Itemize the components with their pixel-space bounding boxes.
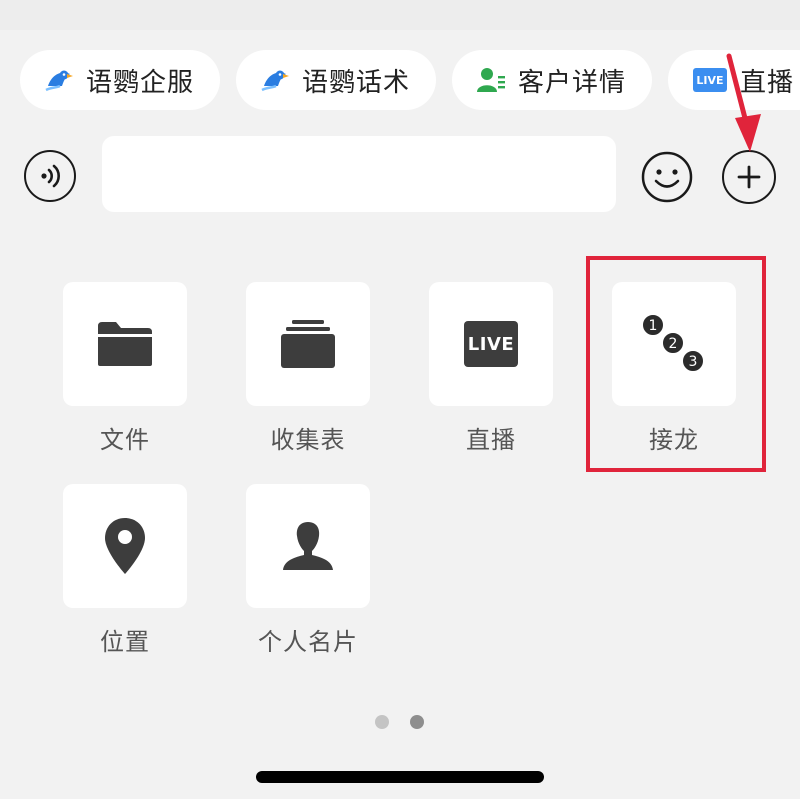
tile-label: 直播 bbox=[466, 426, 516, 454]
chip-label: 语鹦企服 bbox=[86, 67, 195, 98]
grid-item-file[interactable]: 文件 bbox=[63, 282, 187, 455]
message-input[interactable] bbox=[102, 136, 616, 212]
tile-label: 收集表 bbox=[270, 426, 346, 454]
live-icon: LIVE bbox=[464, 321, 518, 367]
location-pin-icon bbox=[105, 518, 145, 574]
tile-label: 文件 bbox=[100, 426, 150, 454]
tile[interactable] bbox=[246, 282, 370, 406]
page-dot-2[interactable] bbox=[410, 715, 424, 729]
page-dot-1[interactable] bbox=[375, 715, 389, 729]
tile-label: 位置 bbox=[100, 628, 150, 656]
chip-customer-details[interactable]: 客户详情 bbox=[452, 50, 652, 110]
tile[interactable]: LIVE bbox=[429, 282, 553, 406]
collection-form-icon bbox=[281, 320, 335, 368]
tile[interactable] bbox=[63, 282, 187, 406]
chip-label: 语鹦话术 bbox=[302, 67, 411, 98]
grid-item-live[interactable]: LIVE 直播 bbox=[429, 282, 553, 455]
folder-icon bbox=[98, 322, 152, 366]
chip-label: 客户详情 bbox=[518, 67, 627, 98]
parrot-icon bbox=[260, 65, 290, 95]
grid-item-collection-form[interactable]: 收集表 bbox=[246, 282, 370, 455]
parrot-icon bbox=[44, 65, 74, 95]
tile-label: 个人名片 bbox=[258, 628, 358, 656]
chip-yuying-enterprise[interactable]: 语鹦企服 bbox=[20, 50, 220, 110]
person-card-icon bbox=[283, 522, 333, 570]
grid-item-location[interactable]: 位置 bbox=[63, 484, 187, 657]
voice-icon bbox=[41, 164, 60, 188]
grid-item-business-card[interactable]: 个人名片 bbox=[246, 484, 370, 657]
customer-card-icon bbox=[476, 65, 506, 95]
plus-icon bbox=[737, 165, 761, 189]
tile[interactable] bbox=[246, 484, 370, 608]
quick-action-bar: 语鹦企服 语鹦话术 客户详情 LIVE 直播 bbox=[0, 50, 800, 112]
home-indicator[interactable] bbox=[256, 771, 544, 783]
annotation-arrow-icon bbox=[726, 53, 761, 152]
emoji-icon bbox=[641, 151, 693, 203]
voice-input-button[interactable] bbox=[24, 150, 76, 202]
annotation-highlight-box bbox=[586, 256, 766, 472]
tile[interactable] bbox=[63, 484, 187, 608]
top-bar bbox=[0, 0, 800, 30]
emoji-button[interactable] bbox=[640, 150, 694, 204]
chip-yuying-scripts[interactable]: 语鹦话术 bbox=[236, 50, 436, 110]
